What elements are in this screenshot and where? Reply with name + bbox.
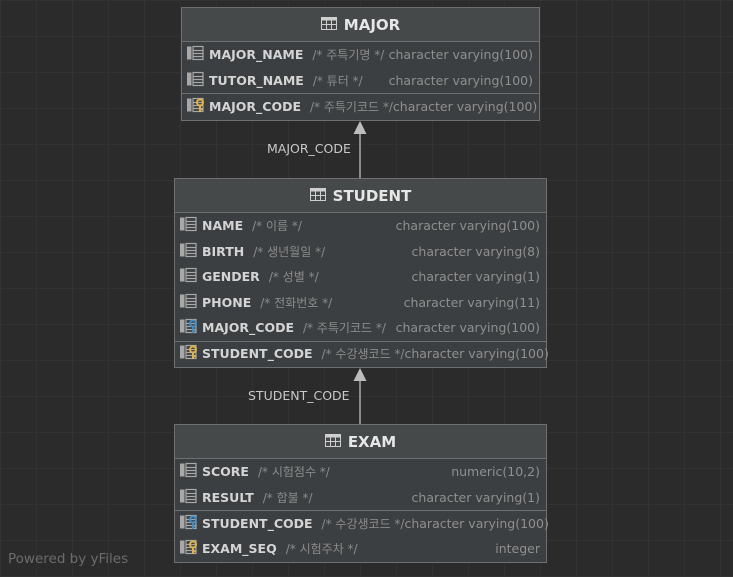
column-name: TUTOR_NAME [209, 72, 304, 88]
column-name: EXAM_SEQ [202, 540, 277, 556]
column-type: character varying(100) [392, 98, 538, 114]
primary-key-icon [186, 97, 209, 116]
column-name: RESULT [202, 489, 254, 505]
column-type: character varying(100) [388, 72, 533, 88]
column-comment: /* 성별 */ [268, 270, 319, 285]
table-student[interactable]: STUDENT NAME /* 이름 */ character varying(10… [174, 178, 549, 368]
column-type: character varying(100) [404, 515, 549, 531]
column-type: character varying(100) [388, 47, 533, 63]
column-row-result[interactable]: RESULT /* 합불 */ character varying(1) [175, 485, 546, 511]
column-name: PHONE [202, 294, 252, 310]
column-comment: /* 시험주차 */ [285, 541, 358, 556]
column-type: character varying(1) [411, 489, 540, 505]
foreign-primary-key-icon [179, 514, 202, 533]
column-icon [179, 293, 202, 312]
column-row-name[interactable]: NAME /* 이름 */ character varying(100) [175, 213, 546, 239]
table-header[interactable]: STUDENT [175, 179, 546, 213]
edge-label-student-code: STUDENT_CODE [248, 388, 350, 403]
column-name: MAJOR_NAME [209, 47, 304, 63]
table-header[interactable]: EXAM [175, 425, 546, 459]
column-row-major-code[interactable]: MAJOR_CODE /* 주특기코드 */ character varying(1… [175, 315, 546, 341]
column-name: BIRTH [202, 243, 245, 259]
column-comment: /* 수강생코드 */ [321, 516, 405, 531]
column-comment: /* 주특기명 */ [312, 48, 385, 63]
table-major[interactable]: MAJOR MAJOR_NAME/* 주특기명 */character vary… [181, 7, 540, 121]
table-exam[interactable]: EXAM SCORE /* 시험점수 */ numeric(10,2) RESULT /… [174, 424, 549, 563]
column-comment: /* 튜터 */ [312, 73, 363, 88]
column-name: NAME [202, 218, 244, 234]
column-comment: /* 생년월일 */ [253, 244, 326, 259]
primary-key-icon [179, 344, 202, 363]
edge-arrowhead-major [353, 121, 367, 134]
column-type: character varying(1) [411, 269, 540, 285]
column-row-score[interactable]: SCORE /* 시험점수 */ numeric(10,2) [175, 459, 546, 485]
table-header[interactable]: MAJOR [182, 8, 539, 42]
column-icon [186, 71, 209, 90]
column-icon [186, 45, 209, 64]
column-row-phone[interactable]: PHONE /* 전화번호 */ character varying(11) [175, 290, 546, 316]
column-row-birth[interactable]: BIRTH /* 생년월일 */ character varying(8) [175, 239, 546, 265]
column-comment: /* 주특기코드 */ [309, 99, 393, 114]
edge-arrowhead-student [353, 368, 367, 381]
column-icon [179, 242, 202, 261]
column-icon [179, 462, 202, 481]
column-comment: /* 이름 */ [252, 219, 302, 234]
column-row-student-code[interactable]: STUDENT_CODE /* 수강생코드 */character varying… [175, 340, 549, 367]
table-icon [309, 187, 333, 205]
column-comment: /* 주특기코드 */ [302, 321, 386, 336]
column-comment: /* 수강생코드 */ [321, 347, 405, 362]
column-name: GENDER [202, 269, 260, 285]
table-title: EXAM [347, 432, 397, 451]
column-name: STUDENT_CODE [202, 515, 313, 531]
column-name: STUDENT_CODE [202, 346, 313, 362]
column-row-gender[interactable]: GENDER /* 성별 */ character varying(1) [175, 264, 546, 290]
column-row-tutor-name[interactable]: TUTOR_NAME /* 튜터 */ character varying(100) [182, 68, 539, 94]
column-name: SCORE [202, 464, 249, 480]
column-row-major-code[interactable]: MAJOR_CODE /* 주특기코드 */character varying(1… [182, 93, 539, 119]
column-type: integer [495, 540, 540, 556]
column-type: character varying(100) [395, 218, 540, 234]
column-type: character varying(100) [395, 320, 540, 336]
column-icon [179, 488, 202, 507]
column-name: MAJOR_CODE [209, 98, 301, 114]
table-icon [324, 433, 348, 451]
table-title: STUDENT [332, 186, 412, 205]
column-icon [179, 267, 202, 286]
watermark: Powered by yFiles [8, 551, 129, 567]
column-row-exam-seq[interactable]: EXAM_SEQ /* 시험주차 */ integer [175, 536, 546, 562]
column-type: character varying(100) [404, 346, 549, 362]
table-title: MAJOR [343, 15, 401, 34]
column-name: MAJOR_CODE [202, 320, 294, 336]
column-type: numeric(10,2) [451, 464, 540, 480]
column-comment: /* 시험점수 */ [257, 465, 330, 480]
column-comment: /* 전화번호 */ [260, 295, 333, 310]
column-comment: /* 합불 */ [262, 490, 313, 505]
edge-label-major-code: MAJOR_CODE [267, 141, 351, 156]
column-type: character varying(8) [411, 243, 540, 259]
table-icon [320, 16, 344, 34]
primary-key-icon [179, 539, 202, 558]
column-row-major-name[interactable]: MAJOR_NAME /* 주특기명 */character varying(10… [182, 42, 539, 68]
foreign-key-icon [179, 318, 202, 337]
column-type: character varying(11) [403, 294, 540, 310]
column-icon [179, 216, 202, 235]
column-row-student-code[interactable]: STUDENT_CODE /* 수강생코드 */character varying… [175, 510, 549, 536]
